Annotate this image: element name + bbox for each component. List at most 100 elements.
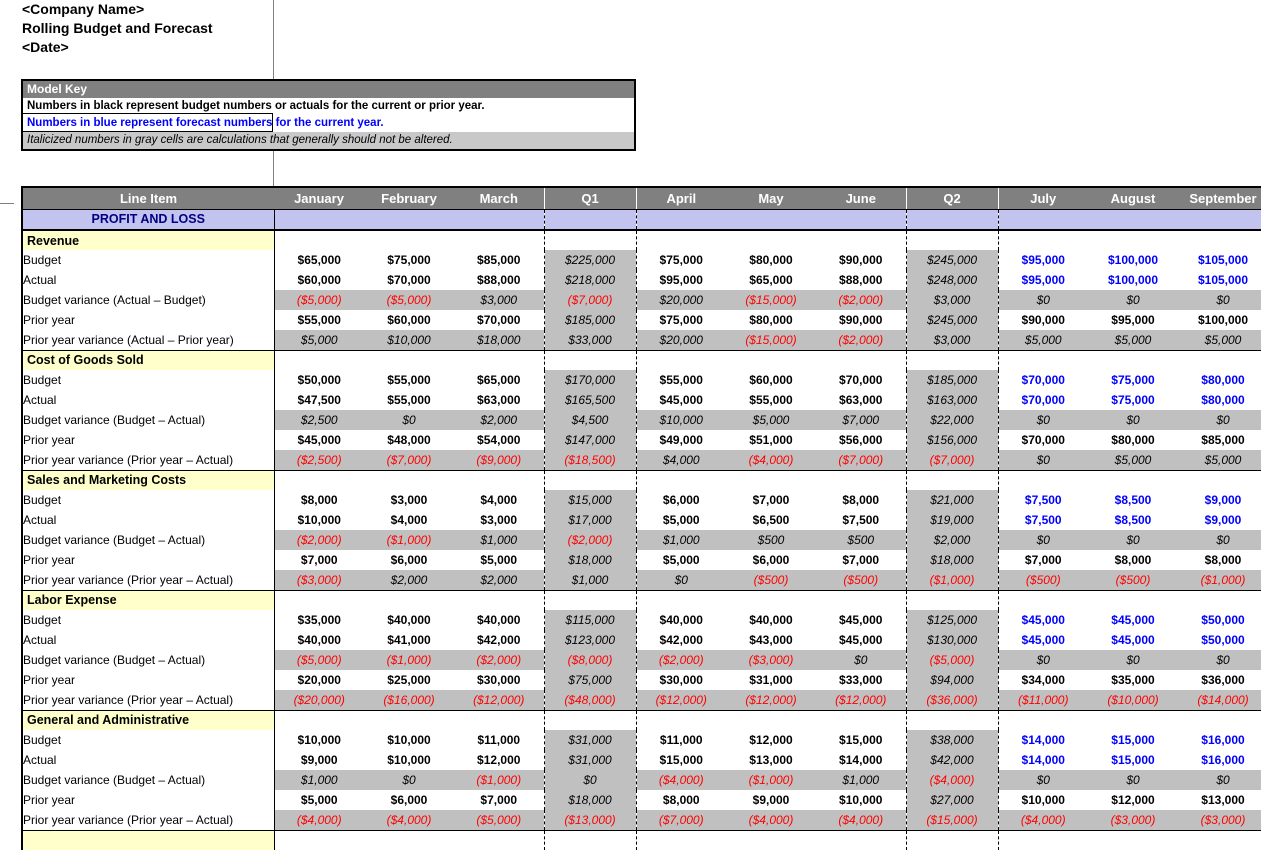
table-cell[interactable]: ($5,000) (454, 810, 544, 830)
table-cell[interactable]: $38,000 (906, 730, 998, 750)
table-cell[interactable]: $70,000 (998, 430, 1088, 450)
table-cell[interactable]: $0 (1088, 290, 1178, 310)
table-cell[interactable]: $0 (364, 770, 454, 790)
table-cell[interactable]: $8,500 (1088, 490, 1178, 510)
table-cell[interactable]: $50,000 (274, 370, 364, 390)
table-cell[interactable]: ($7,000) (816, 450, 906, 470)
table-cell[interactable]: ($4,000) (906, 770, 998, 790)
table-cell[interactable]: $95,000 (998, 270, 1088, 290)
table-cell[interactable]: $1,000 (816, 770, 906, 790)
table-cell[interactable]: ($2,000) (816, 290, 906, 310)
table-cell[interactable]: $8,000 (636, 790, 726, 810)
table-cell[interactable]: ($1,000) (726, 770, 816, 790)
table-cell[interactable]: $218,000 (544, 270, 636, 290)
table-cell[interactable]: ($7,000) (544, 290, 636, 310)
table-cell[interactable]: $6,000 (364, 790, 454, 810)
table-cell[interactable]: $0 (1088, 410, 1178, 430)
table-cell[interactable]: $60,000 (364, 310, 454, 330)
table-cell[interactable]: $70,000 (454, 310, 544, 330)
table-cell[interactable]: ($12,000) (726, 690, 816, 710)
column-header-may[interactable]: May (726, 187, 816, 209)
table-cell[interactable]: $95,000 (1088, 310, 1178, 330)
table-cell[interactable]: ($3,000) (1178, 810, 1261, 830)
table-cell[interactable]: $0 (1178, 530, 1261, 550)
table-cell[interactable]: $0 (998, 770, 1088, 790)
table-cell[interactable]: $10,000 (364, 730, 454, 750)
table-cell[interactable]: $90,000 (816, 310, 906, 330)
table-cell[interactable]: $245,000 (906, 310, 998, 330)
table-cell[interactable]: ($7,000) (906, 450, 998, 470)
table-cell[interactable]: $90,000 (816, 250, 906, 270)
table-cell[interactable]: ($14,000) (1178, 690, 1261, 710)
table-cell[interactable]: $20,000 (274, 670, 364, 690)
table-cell[interactable]: $60,000 (726, 370, 816, 390)
table-cell[interactable]: ($500) (816, 570, 906, 590)
column-header-june[interactable]: June (816, 187, 906, 209)
table-cell[interactable]: $12,000 (454, 750, 544, 770)
table-cell[interactable]: $0 (1178, 410, 1261, 430)
table-cell[interactable]: ($5,000) (274, 650, 364, 670)
table-cell[interactable]: $16,000 (1178, 750, 1261, 770)
table-cell[interactable]: $2,000 (906, 530, 998, 550)
table-cell[interactable]: ($500) (998, 570, 1088, 590)
table-cell[interactable]: $7,000 (726, 490, 816, 510)
table-cell[interactable]: ($1,000) (454, 770, 544, 790)
table-cell[interactable]: $5,000 (1178, 330, 1261, 350)
table-cell[interactable]: $45,000 (636, 390, 726, 410)
table-cell[interactable]: $115,000 (544, 610, 636, 630)
table-cell[interactable]: ($2,000) (816, 330, 906, 350)
table-cell[interactable]: $15,000 (1088, 750, 1178, 770)
column-header-february[interactable]: February (364, 187, 454, 209)
table-cell[interactable]: $63,000 (454, 390, 544, 410)
table-cell[interactable]: $3,000 (454, 510, 544, 530)
table-cell[interactable]: $9,000 (1178, 490, 1261, 510)
table-cell[interactable]: $0 (1178, 650, 1261, 670)
table-cell[interactable]: $35,000 (274, 610, 364, 630)
table-cell[interactable]: $5,000 (274, 330, 364, 350)
table-cell[interactable]: ($1,000) (364, 530, 454, 550)
table-cell[interactable]: ($2,000) (454, 650, 544, 670)
table-cell[interactable]: $3,000 (906, 290, 998, 310)
table-cell[interactable]: $5,000 (636, 550, 726, 570)
table-cell[interactable]: ($48,000) (544, 690, 636, 710)
table-cell[interactable]: ($2,000) (274, 530, 364, 550)
table-cell[interactable]: $0 (998, 530, 1088, 550)
table-cell[interactable]: $8,000 (1178, 550, 1261, 570)
table-cell[interactable]: $25,000 (364, 670, 454, 690)
table-cell[interactable]: $75,000 (636, 250, 726, 270)
table-cell[interactable]: $19,000 (906, 510, 998, 530)
table-cell[interactable]: ($13,000) (544, 810, 636, 830)
table-cell[interactable]: $3,000 (364, 490, 454, 510)
table-cell[interactable]: ($4,000) (816, 810, 906, 830)
table-cell[interactable]: $55,000 (636, 370, 726, 390)
table-cell[interactable]: $95,000 (636, 270, 726, 290)
table-cell[interactable]: $40,000 (274, 630, 364, 650)
table-cell[interactable]: ($7,000) (364, 450, 454, 470)
table-cell[interactable]: $10,000 (364, 750, 454, 770)
table-cell[interactable]: ($1,000) (364, 650, 454, 670)
table-cell[interactable]: ($15,000) (906, 810, 998, 830)
table-cell[interactable]: $100,000 (1088, 250, 1178, 270)
column-header-q2[interactable]: Q2 (906, 187, 998, 209)
table-cell[interactable]: $49,000 (636, 430, 726, 450)
table-cell[interactable]: $55,000 (364, 390, 454, 410)
table-cell[interactable]: $75,000 (544, 670, 636, 690)
table-cell[interactable]: ($2,000) (636, 650, 726, 670)
table-cell[interactable]: ($12,000) (454, 690, 544, 710)
table-cell[interactable]: $15,000 (816, 730, 906, 750)
table-cell[interactable]: $75,000 (364, 250, 454, 270)
table-cell[interactable]: $147,000 (544, 430, 636, 450)
table-cell[interactable]: $45,000 (274, 430, 364, 450)
table-cell[interactable]: $14,000 (998, 730, 1088, 750)
table-cell[interactable]: $105,000 (1178, 250, 1261, 270)
table-cell[interactable]: $5,000 (726, 410, 816, 430)
table-cell[interactable]: $1,000 (544, 570, 636, 590)
table-cell[interactable]: $18,000 (906, 550, 998, 570)
table-cell[interactable]: ($8,000) (544, 650, 636, 670)
table-cell[interactable]: $0 (998, 450, 1088, 470)
table-cell[interactable]: ($12,000) (636, 690, 726, 710)
table-cell[interactable]: $36,000 (1178, 670, 1261, 690)
table-cell[interactable]: ($500) (726, 570, 816, 590)
table-cell[interactable]: ($15,000) (726, 290, 816, 310)
table-cell[interactable]: $100,000 (1178, 310, 1261, 330)
